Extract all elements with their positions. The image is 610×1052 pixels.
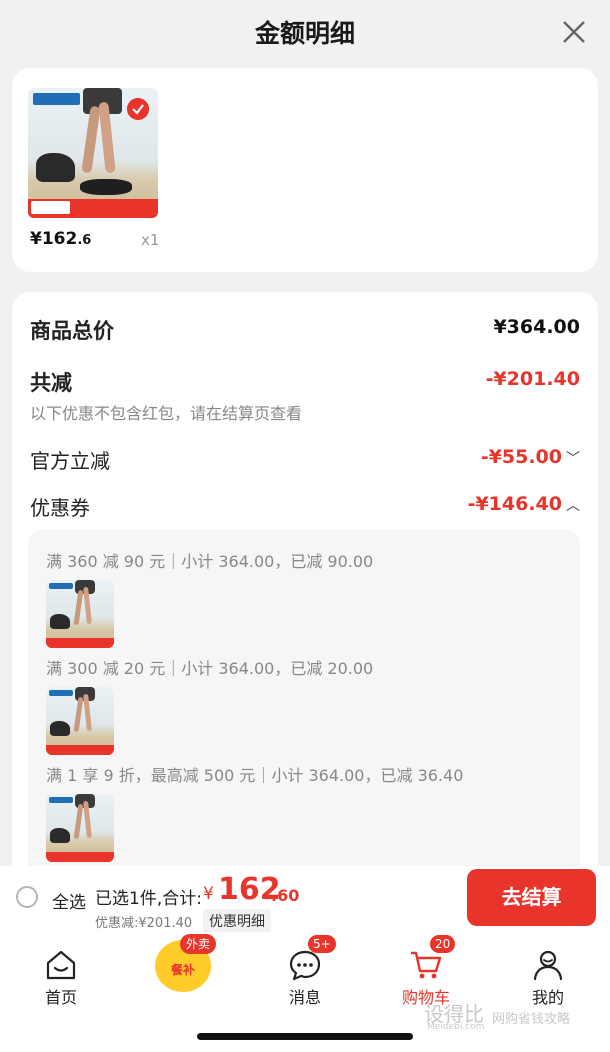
coupon-value[interactable]: -¥146.40 ︿ xyxy=(468,493,580,515)
product-price: ¥162.6 xyxy=(30,229,92,249)
takeout-badge: 外卖 xyxy=(180,934,217,954)
watermark-site: Meidebi.com xyxy=(427,1022,485,1032)
total-label: 商品总价 xyxy=(30,319,114,343)
select-all-radio[interactable] xyxy=(16,886,38,908)
selected-count: 已选1件,合计: xyxy=(95,889,202,909)
coupon-rule: 满 360 减 90 元｜小计 364.00，已减 90.00 xyxy=(46,552,374,571)
tab-messages-label: 消息 xyxy=(288,988,321,1007)
discount-note: 以下优惠不包含红包，请在结算页查看 xyxy=(30,404,303,423)
select-all-label[interactable]: 全选 xyxy=(52,888,86,913)
coupon-product-image xyxy=(46,687,114,755)
watermark-slogan: 网购省钱攻略 xyxy=(492,1012,571,1027)
tab-home-label: 首页 xyxy=(44,988,77,1007)
coupon-rule: 满 1 享 9 折，最高减 500 元｜小计 364.00，已减 36.40 xyxy=(46,766,464,785)
message-icon xyxy=(289,950,321,981)
checkout-button[interactable]: 去结算 xyxy=(467,869,596,926)
profile-icon xyxy=(533,950,563,981)
product-quantity: x1 xyxy=(141,231,160,249)
messages-badge: 5+ xyxy=(308,935,336,953)
check-icon[interactable] xyxy=(127,98,149,120)
coupon-label: 优惠券 xyxy=(30,496,90,520)
coupon-product-image xyxy=(46,794,114,862)
home-indicator xyxy=(197,1033,413,1040)
home-icon xyxy=(46,950,76,980)
coupon-product-image xyxy=(46,580,114,648)
coupon-rule: 满 300 减 20 元｜小计 364.00，已减 20.00 xyxy=(46,659,374,678)
tab-profile-label: 我的 xyxy=(531,988,564,1007)
chevron-up-icon: ︿ xyxy=(566,498,580,514)
total-value: ¥364.00 xyxy=(493,316,580,338)
currency-symbol: ¥ xyxy=(203,884,214,904)
official-discount-label: 官方立减 xyxy=(30,449,110,473)
chevron-down-icon: ﹀ xyxy=(566,451,580,467)
page-title: 金额明细 xyxy=(254,19,355,48)
discount-detail-button[interactable]: 优惠明细 xyxy=(203,909,271,933)
close-icon[interactable] xyxy=(560,18,588,46)
total-decimal: .60 xyxy=(271,886,300,905)
header: 金额明细 xyxy=(0,0,610,64)
official-discount-value[interactable]: -¥55.00 ﹀ xyxy=(481,446,580,468)
reduce-label: 共减 xyxy=(30,371,72,395)
discount-summary: 优惠减:¥201.40 xyxy=(95,916,193,931)
cart-icon xyxy=(411,951,442,979)
reduce-value: -¥201.40 xyxy=(485,368,580,390)
cart-badge: 20 xyxy=(430,935,456,953)
